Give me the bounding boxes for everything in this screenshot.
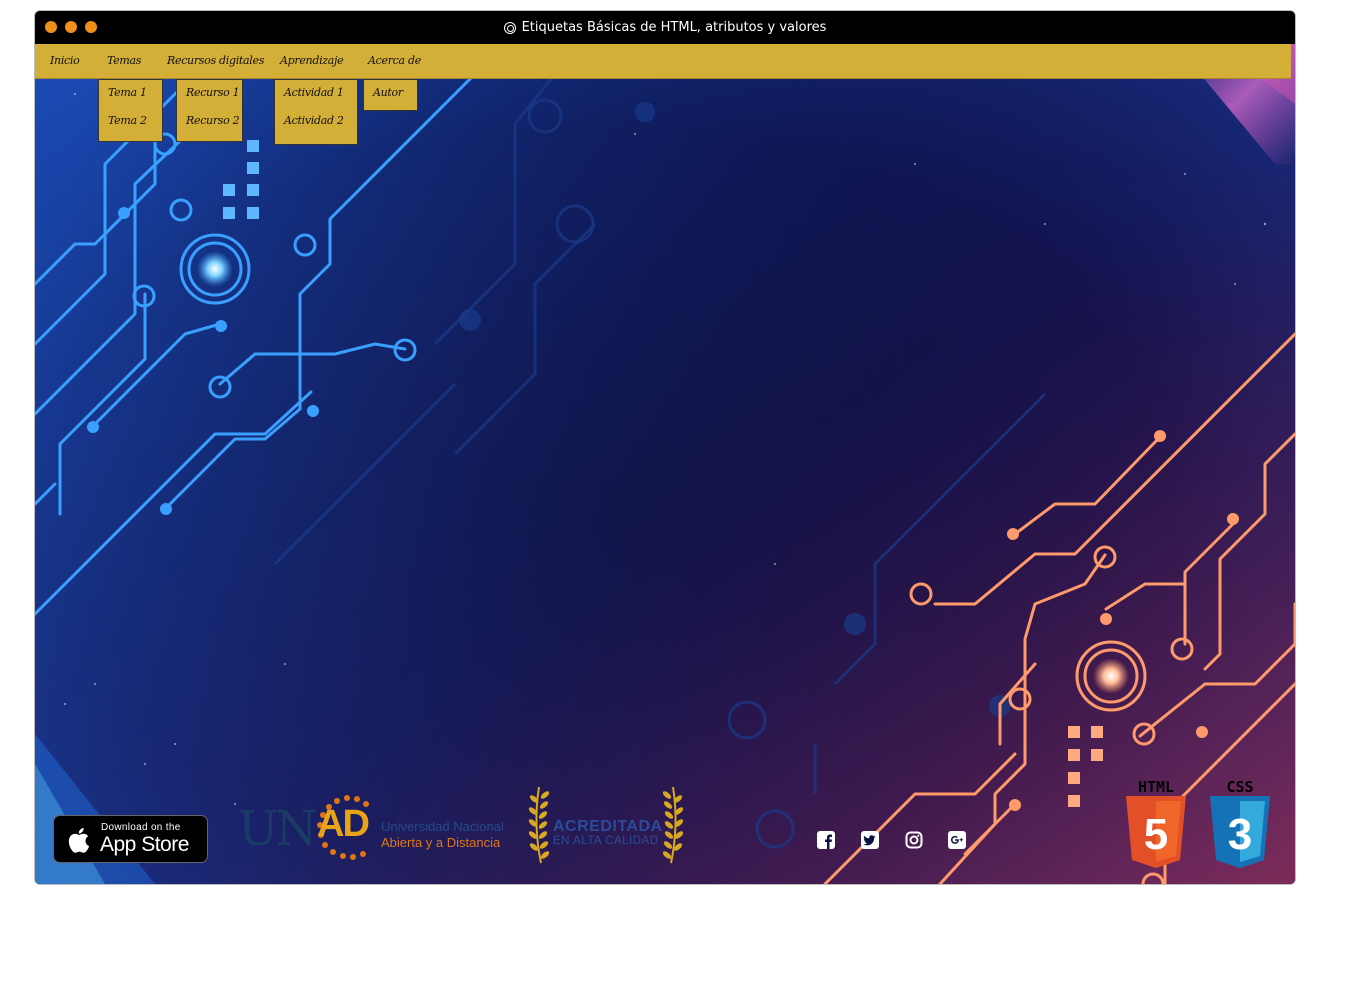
css3-digit: 3 [1228, 810, 1252, 859]
css3-shield-icon: 3 [1210, 796, 1270, 868]
laurel-right-icon [662, 786, 684, 864]
laurel-left-icon [528, 786, 550, 864]
browser-window: Etiquetas Básicas de HTML, atributos y v… [34, 10, 1296, 885]
css3-label: CSS [1226, 778, 1254, 796]
maximize-window-button[interactable] [85, 21, 97, 33]
aprendizaje-dropdown: Actividad 1 Actividad 2 [274, 79, 358, 145]
nav-item-recursos-digitales[interactable]: Recursos digitales [167, 44, 264, 78]
window-controls [45, 21, 97, 33]
menu-item-recurso-2[interactable]: Recurso 2 [186, 114, 240, 127]
alta-calidad-text: EN ALTA CALIDAD [553, 835, 659, 847]
nav-item-acerca-de[interactable]: Acerca de [368, 44, 421, 78]
minimize-window-button[interactable] [65, 21, 77, 33]
title-bar: Etiquetas Básicas de HTML, atributos y v… [35, 11, 1295, 44]
html5-shield-icon: 5 [1126, 796, 1186, 868]
html5-digit: 5 [1144, 810, 1168, 859]
unad-ad-text: AD [317, 803, 370, 845]
google-plus-icon[interactable] [948, 831, 966, 849]
html5-label: HTML [1137, 778, 1175, 796]
menu-item-tema-2[interactable]: Tema 2 [108, 114, 147, 127]
window-title: Etiquetas Básicas de HTML, atributos y v… [503, 20, 827, 35]
unad-name-line-1: Universidad Nacional [381, 819, 504, 834]
recursos-dropdown: Recurso 1 Recurso 2 [176, 79, 243, 142]
acreditada-text: ACREDITADA [553, 818, 663, 835]
app-store-badge[interactable]: Download on the App Store [53, 815, 208, 863]
unad-un-text: UN [238, 801, 317, 857]
page-background [35, 44, 1295, 884]
menu-item-actividad-2[interactable]: Actividad 2 [284, 114, 344, 127]
circuit-background [35, 44, 1295, 884]
app-store-small-text: Download on the [101, 822, 181, 833]
facebook-icon[interactable] [817, 831, 835, 849]
apple-icon [68, 828, 90, 853]
menu-item-actividad-1[interactable]: Actividad 1 [284, 86, 344, 99]
temas-dropdown: Tema 1 Tema 2 [98, 79, 163, 142]
main-nav: Inicio Temas Recursos digitales Aprendiz… [35, 44, 1291, 79]
webcam-icon [503, 21, 516, 34]
menu-item-autor[interactable]: Autor [373, 86, 403, 99]
app-store-big-text: App Store [100, 833, 189, 856]
css3-logo: CSS 3 [1208, 778, 1272, 870]
html5-logo: HTML 5 [1124, 778, 1188, 870]
unad-name-line-2: Abierta y a Distancia [381, 835, 501, 850]
nav-item-temas[interactable]: Temas [107, 44, 141, 78]
window-title-text: Etiquetas Básicas de HTML, atributos y v… [521, 20, 827, 35]
twitter-icon[interactable] [861, 831, 879, 849]
instagram-icon[interactable] [905, 831, 923, 849]
menu-item-tema-1[interactable]: Tema 1 [108, 86, 147, 99]
nav-item-aprendizaje[interactable]: Aprendizaje [280, 44, 344, 78]
acreditada-badge: ACREDITADA EN ALTA CALIDAD [527, 785, 687, 869]
close-window-button[interactable] [45, 21, 57, 33]
unad-logo: UN AD Universidad Nacional Abierta y a D… [235, 785, 535, 865]
acerca-dropdown: Autor [363, 79, 418, 111]
nav-item-inicio[interactable]: Inicio [50, 44, 80, 78]
menu-item-recurso-1[interactable]: Recurso 1 [186, 86, 240, 99]
